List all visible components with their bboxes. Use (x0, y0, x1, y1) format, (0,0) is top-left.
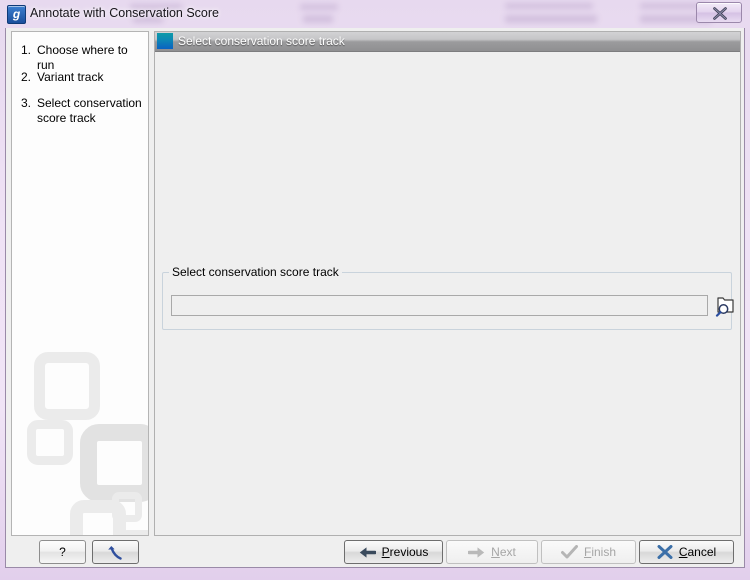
cancel-button[interactable]: Cancel (639, 540, 734, 564)
browse-track-button[interactable] (714, 294, 736, 317)
arrow-left-icon (359, 546, 377, 559)
dialog-client-area: 1. Choose where to run 2. Variant track … (5, 28, 745, 568)
step-number: 2. (21, 70, 32, 84)
panel-header: Select conservation score track (155, 32, 740, 52)
arrow-right-icon (467, 546, 485, 559)
wizard-main-panel: Select conservation score track Select c… (154, 31, 741, 536)
panel-step-icon (157, 33, 173, 49)
wizard-step-sidebar: 1. Choose where to run 2. Variant track … (11, 31, 149, 536)
close-button[interactable] (696, 2, 742, 23)
clc-logo-watermark (12, 352, 148, 535)
check-mark-icon (560, 545, 578, 559)
next-button[interactable]: Next (446, 540, 538, 564)
dialog-window: g Annotate with Conservation Score 1. Ch… (0, 0, 750, 580)
step-label: Variant track (37, 70, 104, 84)
conservation-score-track-input[interactable] (171, 295, 708, 316)
previous-button-label: Previous (381, 545, 429, 559)
sidebar-item-choose-where-to-run[interactable]: 1. Choose where to run (21, 43, 143, 73)
curved-arrow-reset-icon (106, 544, 126, 561)
title-bar: g Annotate with Conservation Score (0, 0, 750, 28)
clc-workbench-icon: g (7, 5, 26, 24)
step-label: Choose where to run (37, 43, 128, 72)
previous-button[interactable]: Previous (344, 540, 443, 564)
step-number: 1. (21, 43, 32, 57)
panel-header-title: Select conservation score track (178, 34, 345, 48)
window-title: Annotate with Conservation Score (30, 6, 219, 20)
step-number: 3. (21, 96, 32, 110)
help-button[interactable]: ? (39, 540, 86, 564)
sidebar-item-select-conservation-score-track[interactable]: 3. Select conservation score track (21, 96, 143, 126)
sidebar-item-variant-track[interactable]: 2. Variant track (21, 70, 143, 85)
cancel-button-label: Cancel (678, 545, 717, 559)
folder-search-icon (715, 297, 734, 317)
reset-button[interactable] (92, 540, 139, 564)
close-icon (713, 7, 727, 20)
dialog-button-bar: ? Previous Next Finish Cancel (6, 538, 744, 566)
x-mark-icon (657, 545, 673, 559)
next-button-label: Next (491, 545, 516, 559)
finish-button[interactable]: Finish (541, 540, 636, 564)
conservation-track-group: Select conservation score track (162, 265, 734, 330)
question-mark-icon: ? (59, 545, 66, 559)
step-label: Select conservation score track (37, 96, 142, 125)
finish-button-label: Finish (583, 545, 617, 559)
group-legend: Select conservation score track (169, 265, 342, 279)
